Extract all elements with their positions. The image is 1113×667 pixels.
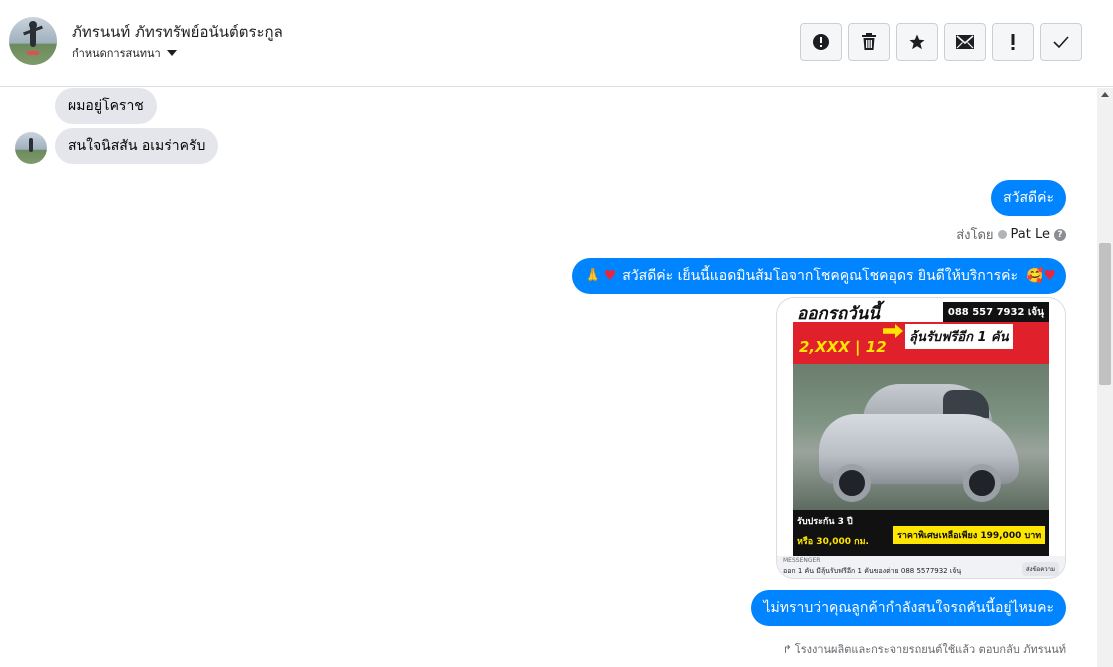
check-icon	[1053, 36, 1069, 49]
heart-icon: ♥	[1043, 268, 1056, 284]
help-icon[interactable]: ?	[1054, 228, 1066, 241]
promo-poster-image[interactable]: ออกรถวันนี้ 088 557 7932 เจ้นุ ลุ้นรับฟร…	[793, 300, 1049, 556]
contact-avatar-small[interactable]	[15, 132, 47, 164]
contact-name[interactable]: ภัทรนนท์ ภัทรทรัพย์อนันต์ตระกูล	[72, 20, 283, 44]
send-message-button[interactable]: ส่งข้อความ	[1021, 562, 1059, 576]
sent-by-note: ส่งโดย Pat Le ?	[956, 224, 1066, 245]
conversation-header: ภัทรนนท์ ภัทรทรัพย์อนันต์ตระกูล กำหนดการ…	[0, 0, 1113, 87]
done-button[interactable]	[1040, 23, 1082, 61]
card-footer: MESSENGER ออก 1 คัน มีลุ้นรับฟรีอีก 1 คั…	[777, 556, 1065, 578]
promo-image-card[interactable]: ออกรถวันนี้ 088 557 7932 เจ้นุ ลุ้นรับฟร…	[776, 297, 1066, 579]
outgoing-message[interactable]: สวัสดีค่ะ	[991, 180, 1066, 216]
star-icon	[909, 34, 925, 50]
caret-down-icon	[166, 50, 177, 56]
poster-mileage: หรือ 30,000 กม.	[797, 537, 869, 547]
verified-dot-icon	[997, 230, 1007, 239]
spam-button[interactable]	[800, 23, 842, 61]
conversation-toolbar	[800, 23, 1082, 61]
smiling-face-with-hearts-icon: 🥰	[1026, 268, 1044, 284]
incoming-message[interactable]: สนใจนิสสัน อเมร่าครับ	[55, 128, 219, 164]
email-button[interactable]	[944, 23, 986, 61]
poster-price: 2,XXX | 12	[799, 338, 887, 356]
car-photo	[793, 364, 1049, 510]
outgoing-message-greeting[interactable]: 🙏 ♥ สวัสดีค่ะ เย็นนี้แอดมินส้มโอจากโชคคู…	[572, 258, 1066, 294]
outgoing-message[interactable]: ไม่ทราบว่าคุณลูกค้ากำลังสนใจรถคันนี้อยู่…	[751, 590, 1066, 626]
contact-avatar[interactable]	[9, 17, 57, 65]
scroll-thumb[interactable]	[1099, 243, 1111, 385]
sent-by-label: ส่งโดย	[956, 228, 994, 243]
card-caption: ออก 1 คัน มีลุ้นรับฟรีอีก 1 คันของต่าย 0…	[783, 567, 962, 575]
sent-by-agent[interactable]: Pat Le	[1011, 227, 1050, 242]
star-button[interactable]	[896, 23, 938, 61]
poster-free-offer: ลุ้นรับฟรีอีก 1 คัน	[905, 324, 1013, 349]
poster-warranty: รับประกัน 3 ปี	[797, 517, 853, 527]
reply-note: ↱ โรงงานผลิตและกระจายรถยนต์ใช้แล้ว ตอบกล…	[783, 640, 1066, 658]
assign-label: กำหนดการสนทนา	[72, 47, 161, 60]
poster-phone: 088 557 7932 เจ้นุ	[942, 302, 1049, 323]
envelope-icon	[956, 35, 974, 49]
reply-note-text: โรงงานผลิตและกระจายรถยนต์ใช้แล้ว ตอบกลับ…	[794, 643, 1066, 656]
delete-button[interactable]	[848, 23, 890, 61]
heart-icon: ♥	[603, 268, 617, 284]
poster-special-price: ราคาพิเศษเหลือเพียง 199,000 บาท	[893, 526, 1046, 544]
exclamation-circle-icon	[813, 34, 829, 50]
thread-scrollbar[interactable]	[1097, 88, 1113, 667]
message-thread[interactable]: ผมอยู่โคราช สนใจนิสสัน อเมร่าครับ สวัสดี…	[0, 88, 1097, 667]
reply-arrow-icon: ↱	[782, 642, 792, 656]
exclamation-icon	[1011, 34, 1015, 50]
greeting-text: สวัสดีค่ะ เย็นนี้แอดมินส้มโอจากโชคคูณโชค…	[622, 268, 1018, 284]
incoming-message[interactable]: ผมอยู่โคราช	[55, 88, 157, 124]
pray-icon: 🙏	[584, 268, 602, 284]
trash-icon	[862, 33, 876, 50]
assign-conversation-dropdown[interactable]: กำหนดการสนทนา	[72, 44, 177, 62]
scroll-up-arrow-icon[interactable]	[1101, 92, 1109, 97]
important-button[interactable]	[992, 23, 1034, 61]
info-icon[interactable]: i	[1051, 544, 1053, 553]
card-source-label: MESSENGER	[783, 557, 821, 564]
